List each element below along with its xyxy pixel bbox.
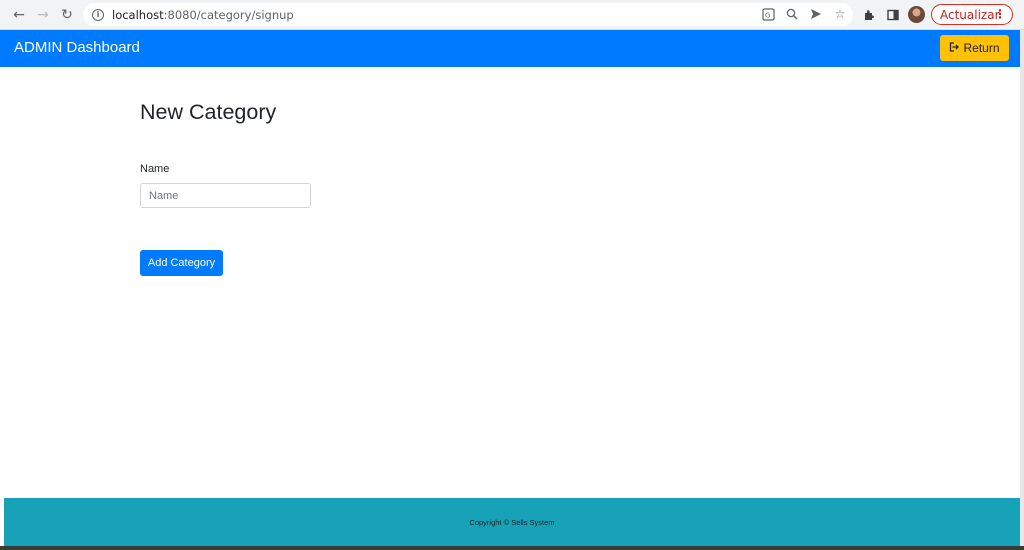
translate-icon[interactable]: G: [759, 5, 777, 23]
extensions-puzzle-icon[interactable]: [859, 5, 879, 25]
os-taskbar: [0, 546, 1024, 550]
address-bar[interactable]: i localhost:8080/category/signup G ☆: [83, 3, 853, 26]
browser-toolbar: ← → ↻ i localhost:8080/category/signup G…: [0, 0, 1024, 30]
side-panel-icon[interactable]: [883, 5, 903, 25]
page-title: New Category: [140, 100, 277, 124]
app-navbar: ADMIN Dashboard Return: [0, 30, 1020, 67]
send-icon[interactable]: [807, 5, 825, 23]
add-category-button[interactable]: Add Category: [140, 250, 223, 276]
sign-out-icon: [949, 41, 960, 55]
return-label: Return: [963, 41, 1000, 55]
zoom-icon[interactable]: [783, 5, 801, 23]
navbar-brand[interactable]: ADMIN Dashboard: [14, 39, 140, 56]
update-button[interactable]: Actualizar ⋮: [931, 4, 1013, 25]
url-path: :8080/category/signup: [163, 7, 294, 22]
url-host: localhost: [112, 7, 164, 22]
page-footer: Copyright © Sells System: [4, 498, 1020, 546]
address-url[interactable]: localhost:8080/category/signup: [112, 8, 294, 22]
update-label: Actualizar: [940, 7, 1000, 22]
return-button[interactable]: Return: [940, 35, 1009, 61]
bookmark-star-icon[interactable]: ☆: [831, 5, 849, 23]
name-input[interactable]: [140, 183, 311, 208]
more-vert-icon[interactable]: ⋮: [994, 7, 1006, 21]
footer-copyright: Copyright © Sells System: [469, 517, 555, 527]
name-label: Name: [140, 163, 170, 175]
site-info-icon[interactable]: i: [92, 8, 104, 21]
back-arrow-icon[interactable]: ←: [9, 5, 29, 25]
reload-icon[interactable]: ↻: [57, 5, 77, 25]
page-scrollbar[interactable]: [1020, 30, 1024, 550]
profile-avatar[interactable]: [908, 6, 925, 23]
forward-arrow-icon[interactable]: →: [33, 5, 53, 25]
svg-text:G: G: [765, 11, 770, 19]
